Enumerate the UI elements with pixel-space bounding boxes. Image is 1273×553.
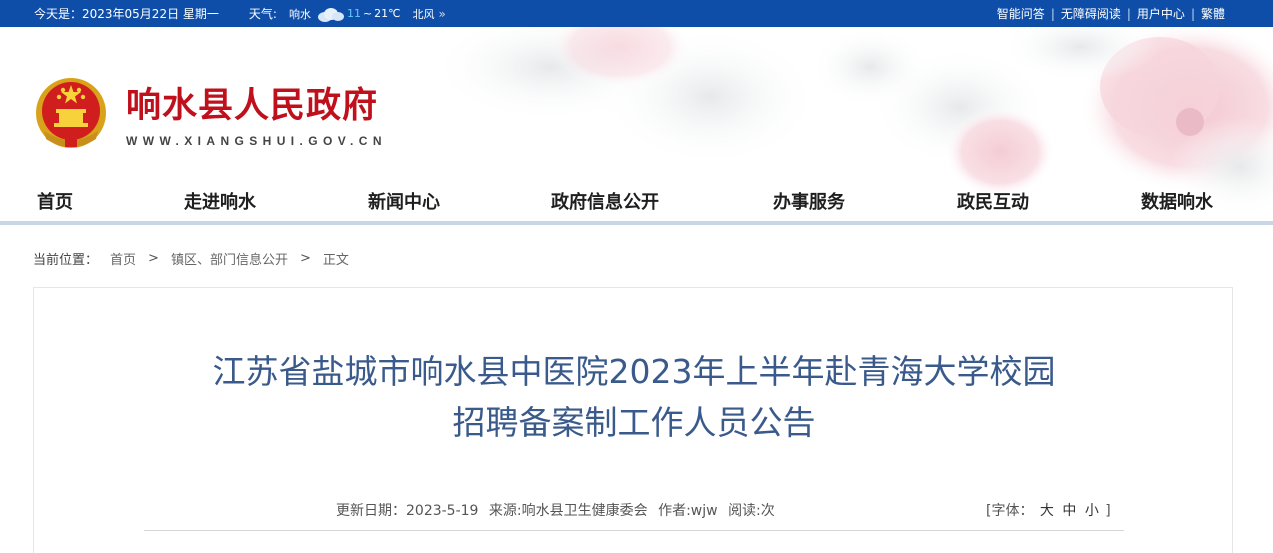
link-smart-qa[interactable]: 智能问答 bbox=[997, 5, 1045, 22]
temp-high: 21℃ bbox=[374, 7, 401, 20]
article-update-date: 更新日期：2023-5-19 bbox=[336, 503, 479, 519]
top-bar-left: 今天是：2023年05月22日 星期一 天气: 响水 11 ~ 21℃ 北风 » bbox=[34, 5, 446, 22]
top-links: 智能问答 | 无障碍阅读 | 用户中心 | 繁體 bbox=[997, 5, 1225, 22]
top-bar: 今天是：2023年05月22日 星期一 天气: 响水 11 ~ 21℃ 北风 »… bbox=[0, 0, 1273, 27]
weather-label: 天气: bbox=[248, 7, 277, 21]
current-date: 今天是：2023年05月22日 星期一 bbox=[34, 7, 219, 21]
temp-low: 11 bbox=[346, 7, 361, 20]
article-title-line-1: 江苏省盐城市响水县中医院2023年上半年赴青海大学校园 bbox=[212, 352, 1056, 391]
font-size-label: [字体： bbox=[986, 503, 1034, 519]
breadcrumb: 当前位置： 首页 > 镇区、部门信息公开 > 正文 bbox=[33, 249, 349, 268]
link-traditional-chinese[interactable]: 繁體 bbox=[1201, 5, 1225, 22]
article-read-count: 阅读:次 bbox=[728, 503, 775, 519]
article-source: 来源:响水县卫生健康委会 bbox=[488, 503, 648, 519]
site-url: WWW.XIANGSHUI.GOV.CN bbox=[126, 134, 387, 148]
meta-divider bbox=[144, 530, 1124, 531]
breadcrumb-label: 当前位置： bbox=[33, 253, 99, 268]
link-user-center[interactable]: 用户中心 bbox=[1137, 5, 1185, 22]
nav-item-gov-info-disclosure[interactable]: 政府信息公开 bbox=[551, 188, 659, 214]
link-separator: | bbox=[1126, 6, 1131, 21]
link-accessible-reading[interactable]: 无障碍阅读 bbox=[1061, 5, 1121, 22]
article-title-line-2: 招聘备案制工作人员公告 bbox=[452, 403, 816, 442]
article-card: 江苏省盐城市响水县中医院2023年上半年赴青海大学校园 招聘备案制工作人员公告 … bbox=[33, 287, 1233, 553]
temp-separator: ~ bbox=[362, 7, 373, 20]
font-size-small[interactable]: 小 bbox=[1085, 503, 1099, 519]
nav-divider bbox=[0, 221, 1273, 225]
national-emblem-icon bbox=[36, 78, 106, 148]
main-nav: 首页 走进响水 新闻中心 政府信息公开 办事服务 政民互动 数据响水 bbox=[0, 182, 1273, 218]
nav-item-interaction[interactable]: 政民互动 bbox=[957, 188, 1029, 214]
article-author: 作者:wjw bbox=[658, 503, 718, 519]
breadcrumb-dept-info[interactable]: 镇区、部门信息公开 bbox=[171, 249, 288, 268]
nav-item-data-xiangshui[interactable]: 数据响水 bbox=[1141, 188, 1213, 214]
font-size-medium[interactable]: 中 bbox=[1062, 503, 1076, 519]
nav-item-services[interactable]: 办事服务 bbox=[773, 188, 845, 214]
more-weather-icon[interactable]: » bbox=[439, 7, 446, 21]
article-meta: 更新日期：2023-5-19 来源:响水县卫生健康委会 作者:wjw 阅读:次 bbox=[336, 500, 781, 520]
cloud-icon bbox=[314, 6, 346, 22]
site-title[interactable]: 响水县人民政府 bbox=[126, 77, 378, 128]
breadcrumb-current: 正文 bbox=[322, 253, 349, 268]
site-header: 响水县人民政府 WWW.XIANGSHUI.GOV.CN 首页 走进响水 新闻中… bbox=[0, 27, 1273, 224]
nav-item-news-center[interactable]: 新闻中心 bbox=[368, 188, 440, 214]
article-title: 江苏省盐城市响水县中医院2023年上半年赴青海大学校园 招聘备案制工作人员公告 bbox=[34, 346, 1234, 448]
font-size-switcher: [字体： 大 中 小 ] bbox=[986, 500, 1111, 520]
breadcrumb-separator: > bbox=[299, 251, 311, 266]
nav-item-home[interactable]: 首页 bbox=[37, 188, 73, 214]
wind-direction: 北风 bbox=[412, 7, 435, 21]
font-size-close-bracket: ] bbox=[1105, 503, 1111, 519]
link-separator: | bbox=[1190, 6, 1195, 21]
weather-city: 响水 bbox=[288, 7, 311, 21]
link-separator: | bbox=[1050, 6, 1055, 21]
nav-item-about-xiangshui[interactable]: 走进响水 bbox=[184, 188, 256, 214]
breadcrumb-home[interactable]: 首页 bbox=[110, 249, 136, 268]
breadcrumb-separator: > bbox=[148, 251, 159, 266]
font-size-large[interactable]: 大 bbox=[1040, 503, 1054, 519]
weather-widget[interactable]: 响水 11 ~ 21℃ 北风 » bbox=[289, 6, 446, 22]
